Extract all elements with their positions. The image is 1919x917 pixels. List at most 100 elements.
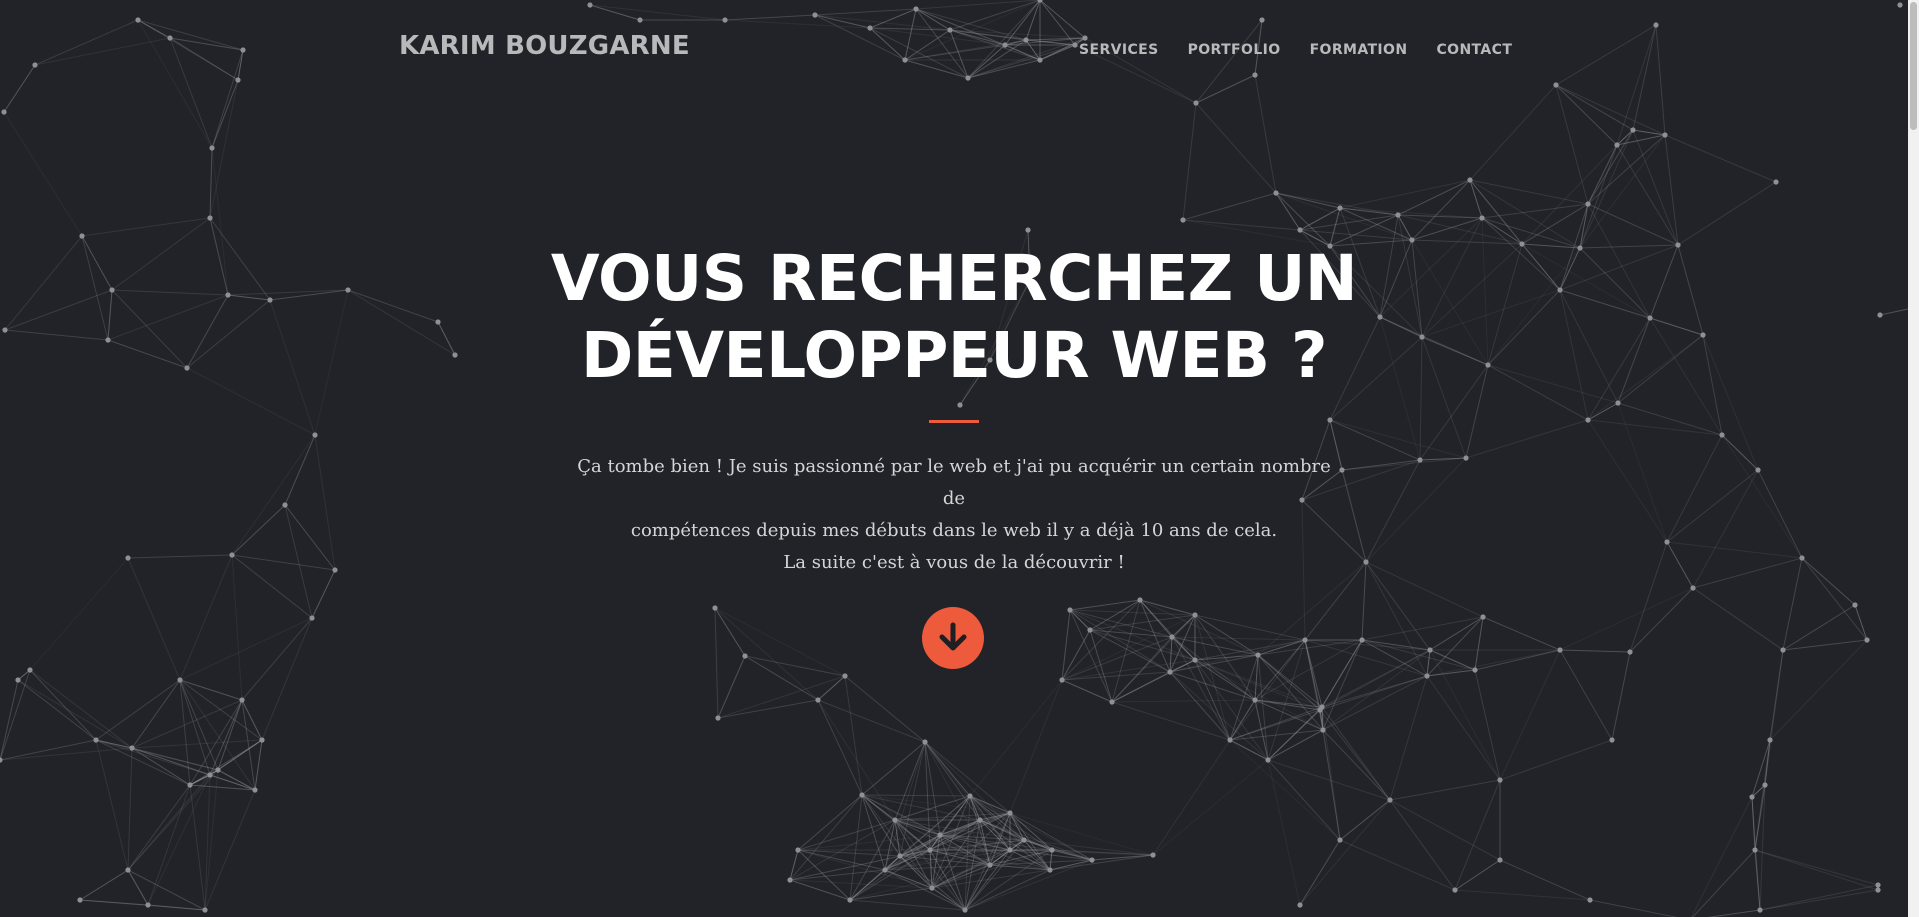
network-line [1555,84,1589,205]
network-line [1111,699,1256,703]
network-node [1059,677,1065,683]
network-node [1587,897,1593,903]
network-line [1275,192,1413,241]
network-line [95,679,181,741]
network-node [207,772,213,778]
brand-logo[interactable]: KARIM BOUZGARNE [399,31,690,61]
network-node [1180,217,1186,223]
network-line [1361,639,1476,671]
network-node [1169,634,1175,640]
network-node [1852,602,1858,608]
network-line [1499,739,1613,781]
network-line [1322,675,1428,731]
network-line [1267,759,1301,906]
network-line [79,899,149,906]
network-node [1762,782,1768,788]
network-node [927,847,933,853]
network-node [1752,847,1758,853]
nav-contact[interactable]: CONTACT [1436,42,1512,58]
network-node [125,867,131,873]
network-node [309,615,315,621]
network-node [1395,212,1401,218]
network-line [1579,129,1634,249]
network-node [1337,205,1343,211]
network-node [1627,649,1633,655]
network-node [847,897,853,903]
nav-portfolio[interactable]: PORTFOLIO [1188,42,1281,58]
network-line [1469,179,1483,219]
network-node [892,817,898,823]
network-line [0,669,31,761]
network-line [1229,699,1256,741]
scroll-down-button[interactable] [922,607,984,669]
network-node [1193,100,1199,106]
network-line [1769,639,1868,741]
network-node [1227,737,1233,743]
network-line [1854,604,1868,641]
network-node [1273,190,1279,196]
network-node [1864,637,1870,643]
network-node [897,853,903,859]
network-node [977,817,983,823]
network-node [842,673,848,679]
hero-title-line-1: VOUS RECHERCHEZ UN [550,242,1358,315]
network-line [217,739,263,771]
network-node [93,737,99,743]
network-line [1169,636,1173,673]
network-line [17,679,133,749]
network-line [1069,599,1141,611]
network-node [209,145,215,151]
network-line [1257,654,1269,761]
network-node [1690,585,1696,591]
network-line [1275,192,1341,209]
network-line [1759,884,1879,911]
network-line [1454,859,1501,891]
network-line [1692,849,1756,917]
network-line [79,869,129,901]
network-line [1482,616,1561,651]
page-scrollbar[interactable] [1908,0,1919,917]
network-line [1389,799,1501,861]
network-node [1780,647,1786,653]
network-node [795,847,801,853]
network-node [1609,737,1615,743]
network-line [1339,839,1456,891]
network-line [1769,649,1784,741]
network-line [1690,796,1753,917]
nav-formation[interactable]: FORMATION [1310,42,1408,58]
nav-services[interactable]: SERVICES [1079,42,1159,58]
network-node [1359,637,1365,643]
network-line [817,675,846,701]
network-node [1749,794,1755,800]
network-line [1397,179,1471,216]
network-line [1111,671,1171,703]
hero-title-line-2: DÉVELOPPEUR WEB ? [580,319,1328,392]
network-line [1069,609,1171,673]
hero-text-line-3: La suite c'est à vous de la découvrir ! [783,552,1125,573]
network-line [1429,649,1501,781]
network-node [1047,867,1053,873]
network-node [1255,652,1261,658]
network-node [79,233,85,239]
network-line [1616,134,1666,146]
network-line [1049,849,1053,871]
network-line [1782,604,1856,651]
network-line [1629,587,1694,653]
network-node [207,215,213,221]
network-node [1297,902,1303,908]
network-line [1061,609,1071,681]
title-divider [929,420,979,423]
network-line [1182,219,1301,231]
network-node [1424,673,1430,679]
main-nav: SERVICES PORTFOLIO FORMATION CONTACT [1079,42,1541,58]
network-line [1521,144,1618,245]
network-node [145,902,151,908]
network-node [929,885,935,891]
network-node [215,767,221,773]
network-node [1067,607,1073,613]
scrollbar-thumb[interactable] [1910,2,1917,130]
network-line [1454,779,1501,891]
network-line [1171,636,1306,641]
network-node [1297,227,1303,233]
network-node [0,757,3,763]
